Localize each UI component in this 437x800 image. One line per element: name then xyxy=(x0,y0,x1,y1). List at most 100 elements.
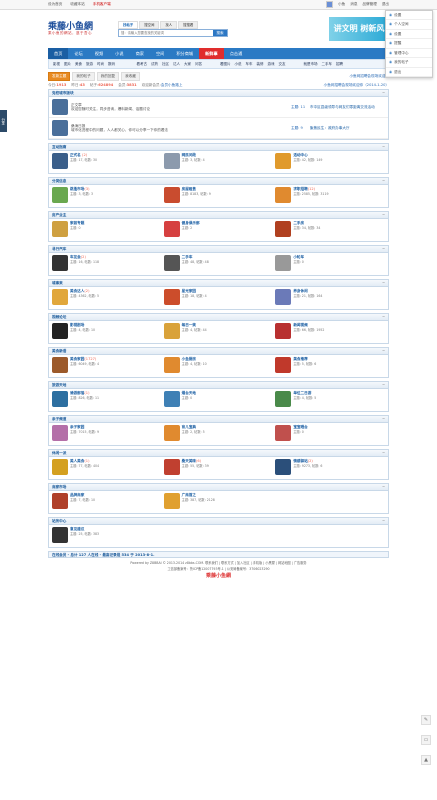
forum-icon[interactable] xyxy=(52,153,68,170)
forum-icon[interactable] xyxy=(275,459,292,476)
message-icon[interactable]: ▭ xyxy=(421,735,431,745)
brand-mgmt-link[interactable]: 品牌管理 xyxy=(362,2,376,6)
subnav-link[interactable]: 图片 xyxy=(64,62,71,66)
section-title[interactable]: 党校城市版块 xyxy=(49,90,388,98)
forum-icon[interactable] xyxy=(275,221,292,238)
stats-right-link[interactable]: 小鱼网招聘会现场欢迎你（2014-1-20） xyxy=(324,83,389,87)
subnav-link[interactable]: 看图片 xyxy=(220,62,231,66)
forum-icon[interactable] xyxy=(52,527,68,544)
subnav-link[interactable]: 车车 xyxy=(246,62,253,66)
subnav-link[interactable]: 时尚 xyxy=(97,62,104,66)
section-title[interactable]: 旅游天地 xyxy=(49,382,388,390)
avatar[interactable] xyxy=(326,1,334,8)
forum-icon[interactable] xyxy=(163,357,180,374)
section-title[interactable]: 城事来 xyxy=(49,280,388,288)
section-title[interactable]: 房产业主 xyxy=(49,212,388,220)
search-tab[interactable]: 找帖子 xyxy=(118,20,139,30)
forum-icon[interactable] xyxy=(163,153,180,170)
share-sidetab[interactable]: 分享 xyxy=(0,110,7,132)
forum-icon[interactable] xyxy=(275,289,292,306)
forum-icon[interactable] xyxy=(163,187,180,204)
subnav-link[interactable]: 交友 xyxy=(279,62,286,66)
search-button[interactable]: 搜索 xyxy=(213,30,228,37)
subnav-link[interactable]: 问答 xyxy=(195,62,202,66)
forum-icon[interactable] xyxy=(163,323,180,340)
forum-icon[interactable] xyxy=(52,255,68,272)
forum-icon[interactable] xyxy=(52,120,68,137)
message-link[interactable]: 消息 xyxy=(350,2,357,6)
section-title[interactable]: 亲子频道 xyxy=(49,416,388,424)
last-post-link[interactable]: 聚焦民生：政府办事大厅 xyxy=(310,126,385,130)
forum-icon[interactable] xyxy=(275,425,292,442)
user-menu-item[interactable]: 设置 xyxy=(386,11,432,21)
forum-icon[interactable] xyxy=(275,153,292,170)
nav-item[interactable]: 小说 xyxy=(109,48,129,59)
forum-icon[interactable] xyxy=(163,289,180,306)
mobile-client-link[interactable]: 手机客户端 xyxy=(93,2,111,6)
forum-icon[interactable] xyxy=(163,459,180,476)
forum-icon[interactable] xyxy=(275,187,292,204)
subnav-link[interactable]: 游戏 xyxy=(268,62,275,66)
my-posts-button[interactable]: 我的帖子 xyxy=(72,72,95,81)
subnav-link[interactable]: 美食 xyxy=(75,62,82,66)
forum-icon[interactable] xyxy=(52,221,68,238)
subnav-link[interactable]: 数码 xyxy=(108,62,115,66)
forum-icon[interactable] xyxy=(52,425,68,442)
section-title[interactable]: 分类信息 xyxy=(49,178,388,186)
user-menu-item[interactable]: 个人空间 xyxy=(386,20,432,30)
forum-icon[interactable] xyxy=(52,357,68,374)
user-menu-item[interactable]: 我的帖子 xyxy=(386,58,432,68)
section-title[interactable]: 视频论坛 xyxy=(49,314,388,322)
subnav-link[interactable]: 试药 xyxy=(151,62,158,66)
forum-icon[interactable] xyxy=(52,323,68,340)
edit-icon[interactable]: ✎ xyxy=(421,715,431,725)
forum-icon[interactable] xyxy=(275,357,292,374)
site-logo[interactable]: 乘藤小鱼網 乘小鱼的網站，遂于吾心 xyxy=(48,22,93,36)
nav-item[interactable]: 积分商城 xyxy=(170,48,199,59)
set-home-link[interactable]: 设为首页 xyxy=(48,2,62,6)
nav-item[interactable]: 新鲜事 xyxy=(199,48,224,59)
subnav-link[interactable]: 装修 xyxy=(257,62,264,66)
subnav-link[interactable]: 二手车 xyxy=(322,62,333,66)
section-title[interactable]: 寻行汽车 xyxy=(49,246,388,254)
subnav-link[interactable]: 达人 xyxy=(173,62,180,66)
my-favorites-button[interactable]: 我收藏 xyxy=(121,72,140,81)
user-menu-item[interactable]: 退出 xyxy=(386,68,432,78)
subnav-link[interactable]: 看考古 xyxy=(137,62,148,66)
nav-item[interactable]: 论坛 xyxy=(68,48,88,59)
section-title[interactable]: 商家市场 xyxy=(49,484,388,492)
last-post-link[interactable]: 市中区县级领导与网友们零距离交流活动 xyxy=(310,105,385,109)
forum-icon[interactable] xyxy=(163,425,180,442)
search-tab[interactable]: 搜空间 xyxy=(139,20,160,30)
nav-item[interactable]: 首页 xyxy=(48,48,69,59)
forum-icon[interactable] xyxy=(52,289,68,306)
section-title[interactable]: 休闲一派 xyxy=(49,450,388,458)
user-menu-item[interactable]: 设置 xyxy=(386,30,432,40)
nav-item[interactable]: 商家 xyxy=(130,48,150,59)
username[interactable]: 小鱼 xyxy=(338,2,345,6)
forum-icon[interactable] xyxy=(52,99,68,116)
my-replies-button[interactable]: 我的回复 xyxy=(96,72,120,81)
back-to-top-icon[interactable]: ▲ xyxy=(421,755,431,765)
forum-icon[interactable] xyxy=(275,391,292,408)
subnav-link[interactable]: 影视 xyxy=(53,62,60,66)
banner-ad[interactable]: 讲文明 树新风 xyxy=(329,17,389,41)
nav-item[interactable]: 点击通 xyxy=(224,48,249,59)
section-title[interactable]: 站务中心 xyxy=(49,518,388,526)
forum-icon[interactable] xyxy=(163,221,180,238)
forum-icon[interactable] xyxy=(275,323,292,340)
user-menu-item[interactable]: 提醒 xyxy=(386,39,432,49)
forum-icon[interactable] xyxy=(52,459,68,476)
section-title[interactable]: 互动指南 xyxy=(49,144,388,152)
search-tab[interactable]: 搜搜看 xyxy=(178,20,199,30)
subnav-link[interactable]: 旅游 xyxy=(86,62,93,66)
forum-icon[interactable] xyxy=(52,187,68,204)
favorite-link[interactable]: 收藏本站 xyxy=(70,2,84,6)
search-input[interactable] xyxy=(119,30,214,37)
section-title[interactable]: 美食新语 xyxy=(49,348,388,356)
forum-icon[interactable] xyxy=(52,391,68,408)
forum-icon[interactable] xyxy=(52,493,68,510)
forum-icon[interactable] xyxy=(163,391,180,408)
subnav-link[interactable]: 社区 xyxy=(162,62,169,66)
logout-link[interactable]: 退出 xyxy=(382,2,389,6)
